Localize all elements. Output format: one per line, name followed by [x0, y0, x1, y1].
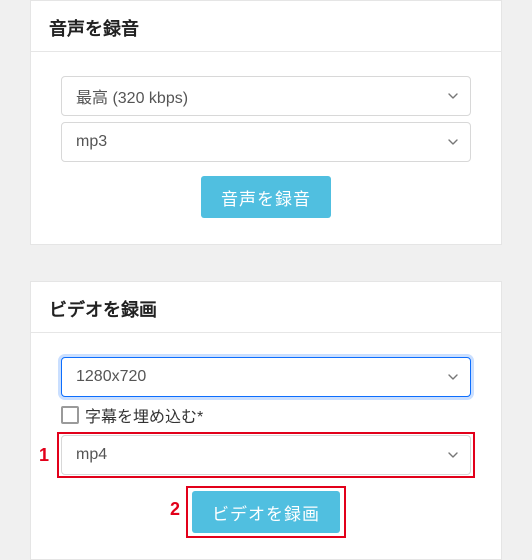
record-audio-button[interactable]: 音声を録音: [201, 176, 331, 218]
audio-card-header: 音声を録音: [31, 1, 501, 52]
video-card-header: ビデオを録画: [31, 282, 501, 333]
video-format-value: mp4: [76, 446, 107, 464]
video-record-card: ビデオを録画 1280x720 字幕を埋め込む* mp4: [30, 281, 502, 560]
record-video-button[interactable]: ビデオを録画: [192, 491, 340, 533]
audio-record-card: 音声を録音 最高 (320 kbps) mp3 音声を録音: [30, 0, 502, 245]
annotation-number-2: 2: [170, 499, 180, 520]
embed-subtitles-checkbox[interactable]: [61, 406, 79, 424]
annotation-number-1: 1: [39, 445, 49, 466]
video-resolution-value: 1280x720: [76, 368, 146, 386]
video-card-title: ビデオを録画: [49, 296, 483, 322]
audio-quality-select[interactable]: 最高 (320 kbps): [61, 76, 471, 116]
audio-quality-value: 最高 (320 kbps): [76, 84, 188, 108]
embed-subtitles-label: 字幕を埋め込む*: [85, 403, 203, 427]
audio-format-select[interactable]: mp3: [61, 122, 471, 162]
audio-card-title: 音声を録音: [49, 15, 483, 41]
embed-subtitles-row: 字幕を埋め込む*: [61, 403, 471, 427]
audio-format-value: mp3: [76, 133, 107, 151]
video-format-select[interactable]: mp4: [61, 435, 471, 475]
video-resolution-select[interactable]: 1280x720: [61, 357, 471, 397]
